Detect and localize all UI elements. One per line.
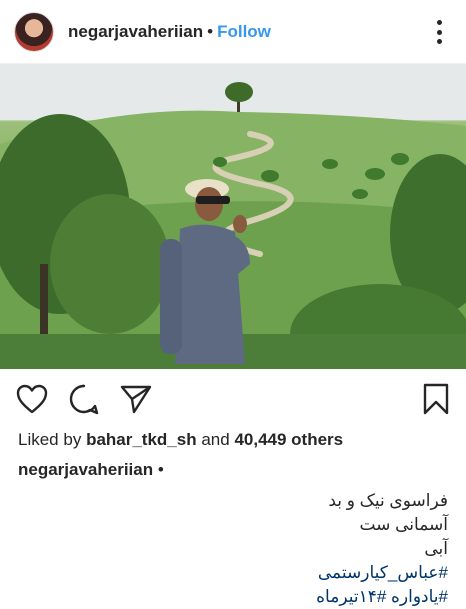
avatar[interactable] xyxy=(14,11,54,52)
caption-separator: • xyxy=(157,460,164,479)
follow-button[interactable]: Follow xyxy=(217,22,271,42)
send-icon[interactable] xyxy=(120,384,152,414)
caption-line: فراسوی نیک و بد xyxy=(328,491,448,510)
caption-username-link[interactable]: negarjavaheriian xyxy=(18,460,153,479)
header-user-line: negarjavaheriian • Follow xyxy=(68,22,271,42)
caption-author-line: negarjavaheriian • xyxy=(0,457,466,483)
username-link[interactable]: negarjavaheriian xyxy=(68,22,203,42)
hashtag-link[interactable]: #عباس_کیارستمی xyxy=(18,561,448,585)
comment-icon[interactable] xyxy=(68,383,100,415)
caption-line: آسمانی ست xyxy=(359,515,448,534)
post-header: negarjavaheriian • Follow xyxy=(0,0,466,64)
likes-prefix: Liked by xyxy=(18,430,82,449)
caption-line: آبی xyxy=(424,539,448,558)
post-photo[interactable] xyxy=(0,64,466,369)
hashtag-link[interactable]: #یادواره #۱۴تیرماه xyxy=(18,585,448,609)
bookmark-icon[interactable] xyxy=(422,383,450,420)
landscape-illustration xyxy=(0,64,466,369)
heart-icon[interactable] xyxy=(16,384,48,414)
caption-text: فراسوی نیک و بد آسمانی ست آبی #عباس_کیار… xyxy=(0,489,466,609)
likes-middle: and xyxy=(201,430,230,449)
likes-summary: Liked by bahar_tkd_sh and 40,449 others xyxy=(0,429,466,451)
separator-dot: • xyxy=(207,21,214,41)
likes-count-link[interactable]: 40,449 others xyxy=(234,430,343,449)
more-options-icon[interactable] xyxy=(436,20,442,44)
post-actions xyxy=(0,369,466,429)
liked-by-user-link[interactable]: bahar_tkd_sh xyxy=(86,430,197,449)
